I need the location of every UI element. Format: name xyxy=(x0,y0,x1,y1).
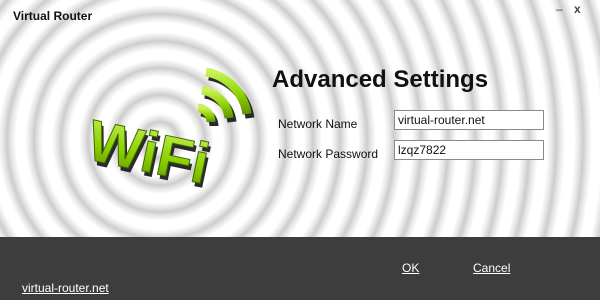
footer-bar: OK Cancel virtual-router.net xyxy=(0,237,600,300)
minimize-button[interactable]: – xyxy=(556,2,563,16)
wifi-logo-icon: WiFi WiFi xyxy=(82,67,255,200)
website-link[interactable]: virtual-router.net xyxy=(22,281,109,295)
virtual-router-window: Virtual Router – x WiFi WiFi Advanced Se… xyxy=(0,0,600,300)
ok-button[interactable]: OK xyxy=(402,261,419,275)
app-title: Virtual Router xyxy=(13,9,93,23)
close-button[interactable]: x xyxy=(574,2,581,16)
cancel-button[interactable]: Cancel xyxy=(473,261,510,275)
network-name-input[interactable] xyxy=(394,110,544,130)
network-password-input[interactable] xyxy=(394,140,544,160)
title-bar: Virtual Router – x xyxy=(0,0,600,24)
main-area: Virtual Router – x WiFi WiFi Advanced Se… xyxy=(0,0,600,237)
advanced-settings-heading: Advanced Settings xyxy=(272,66,489,93)
network-name-label: Network Name xyxy=(278,117,358,131)
network-password-label: Network Password xyxy=(278,147,379,161)
svg-text:WiFi: WiFi xyxy=(82,108,215,197)
